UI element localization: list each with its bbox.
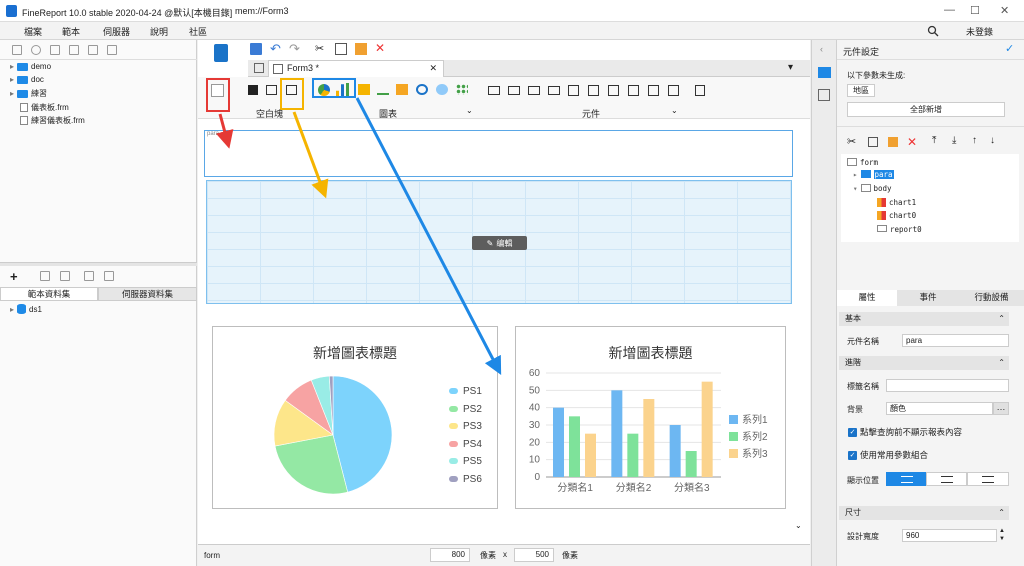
delete-icon[interactable]: ✕ (907, 135, 917, 149)
checkbox-icon: ✓ (848, 428, 857, 438)
checkbox-common-params[interactable]: ✓ 使用常用參數組合 (848, 449, 928, 461)
design-width-stepper[interactable]: ▲ ▼ (999, 527, 1005, 543)
checkbox-hide-before-query[interactable]: ✓ 點擊查詢前不顯示報表內容 (848, 426, 962, 438)
para-icon (860, 170, 871, 178)
divider (837, 126, 1024, 127)
not-generated-label: 以下參數未生成: (847, 71, 906, 80)
design-width-label: 設計寬度 (847, 532, 879, 541)
add-all-button[interactable]: 全部新增 (847, 102, 1005, 117)
tree-node-report0[interactable]: report0 (877, 225, 922, 234)
align-left-button[interactable] (886, 472, 926, 486)
align-center-button[interactable] (926, 472, 967, 486)
design-width-input[interactable]: 960 (902, 529, 997, 542)
copy-icon[interactable] (868, 137, 878, 147)
move-top-icon[interactable]: ⤒ (932, 135, 936, 146)
align-right-button[interactable] (967, 472, 1009, 486)
display-position-label: 顯示位置 (847, 476, 879, 485)
panel-header: 元件設定 (843, 47, 880, 57)
right-icon-strip: ‹ (811, 40, 837, 566)
label-name-label: 標籤名稱 (847, 382, 879, 391)
checkbox-icon: ✓ (848, 451, 857, 461)
tree-node-form[interactable]: form (847, 158, 878, 167)
body-icon (860, 184, 871, 192)
move-down-icon[interactable]: ↓ (990, 135, 995, 146)
form-icon (847, 158, 857, 166)
tree-node-chart1[interactable]: chart1 (877, 198, 916, 207)
background-select[interactable]: 顏色 (886, 402, 993, 415)
tree-node-para[interactable]: ▸ para (853, 170, 894, 179)
align-center-icon (941, 476, 953, 483)
chart-icon (877, 211, 886, 220)
tab-events[interactable]: 事件 (897, 290, 959, 306)
background-label: 背景 (847, 405, 863, 414)
background-more-button[interactable]: … (993, 402, 1009, 415)
check-icon[interactable]: ✓ (1005, 42, 1014, 55)
move-up-icon[interactable]: ↑ (972, 135, 977, 146)
paste-icon[interactable] (888, 137, 898, 147)
component-tree: form ▸ para ▾ body chart1 chart0 report0 (841, 154, 1019, 242)
report-icon (877, 225, 887, 232)
section-advanced[interactable]: 進階 ⌃ (839, 356, 1009, 370)
widget-settings-tab[interactable] (818, 67, 831, 78)
param-chip[interactable]: 地區 (847, 84, 875, 97)
tree-node-chart0[interactable]: chart0 (877, 211, 916, 220)
chart-icon (877, 198, 886, 207)
divider (837, 59, 1024, 60)
right-panel: 元件設定 ✓ 以下參數未生成: 地區 全部新增 ✂ ✕ ⤒ ⤓ ↑ ↓ form… (837, 40, 1024, 566)
name-input[interactable]: para (902, 334, 1009, 347)
label-name-input[interactable] (886, 379, 1009, 392)
tab-mobile[interactable]: 行動設備 (959, 290, 1024, 306)
align-left-icon (901, 476, 913, 483)
collapse-left-icon[interactable]: ‹ (820, 44, 823, 54)
tab-properties[interactable]: 屬性 (837, 290, 897, 306)
cut-icon[interactable]: ✂ (847, 135, 856, 148)
move-bottom-icon[interactable]: ⤓ (952, 135, 956, 146)
name-label: 元件名稱 (847, 337, 879, 346)
section-size[interactable]: 尺寸 ⌃ (839, 506, 1009, 520)
tree-node-body[interactable]: ▾ body (853, 184, 892, 193)
align-right-icon (982, 476, 994, 483)
section-basic[interactable]: 基本 ⌃ (839, 312, 1009, 326)
component-library-tab[interactable] (818, 89, 830, 101)
